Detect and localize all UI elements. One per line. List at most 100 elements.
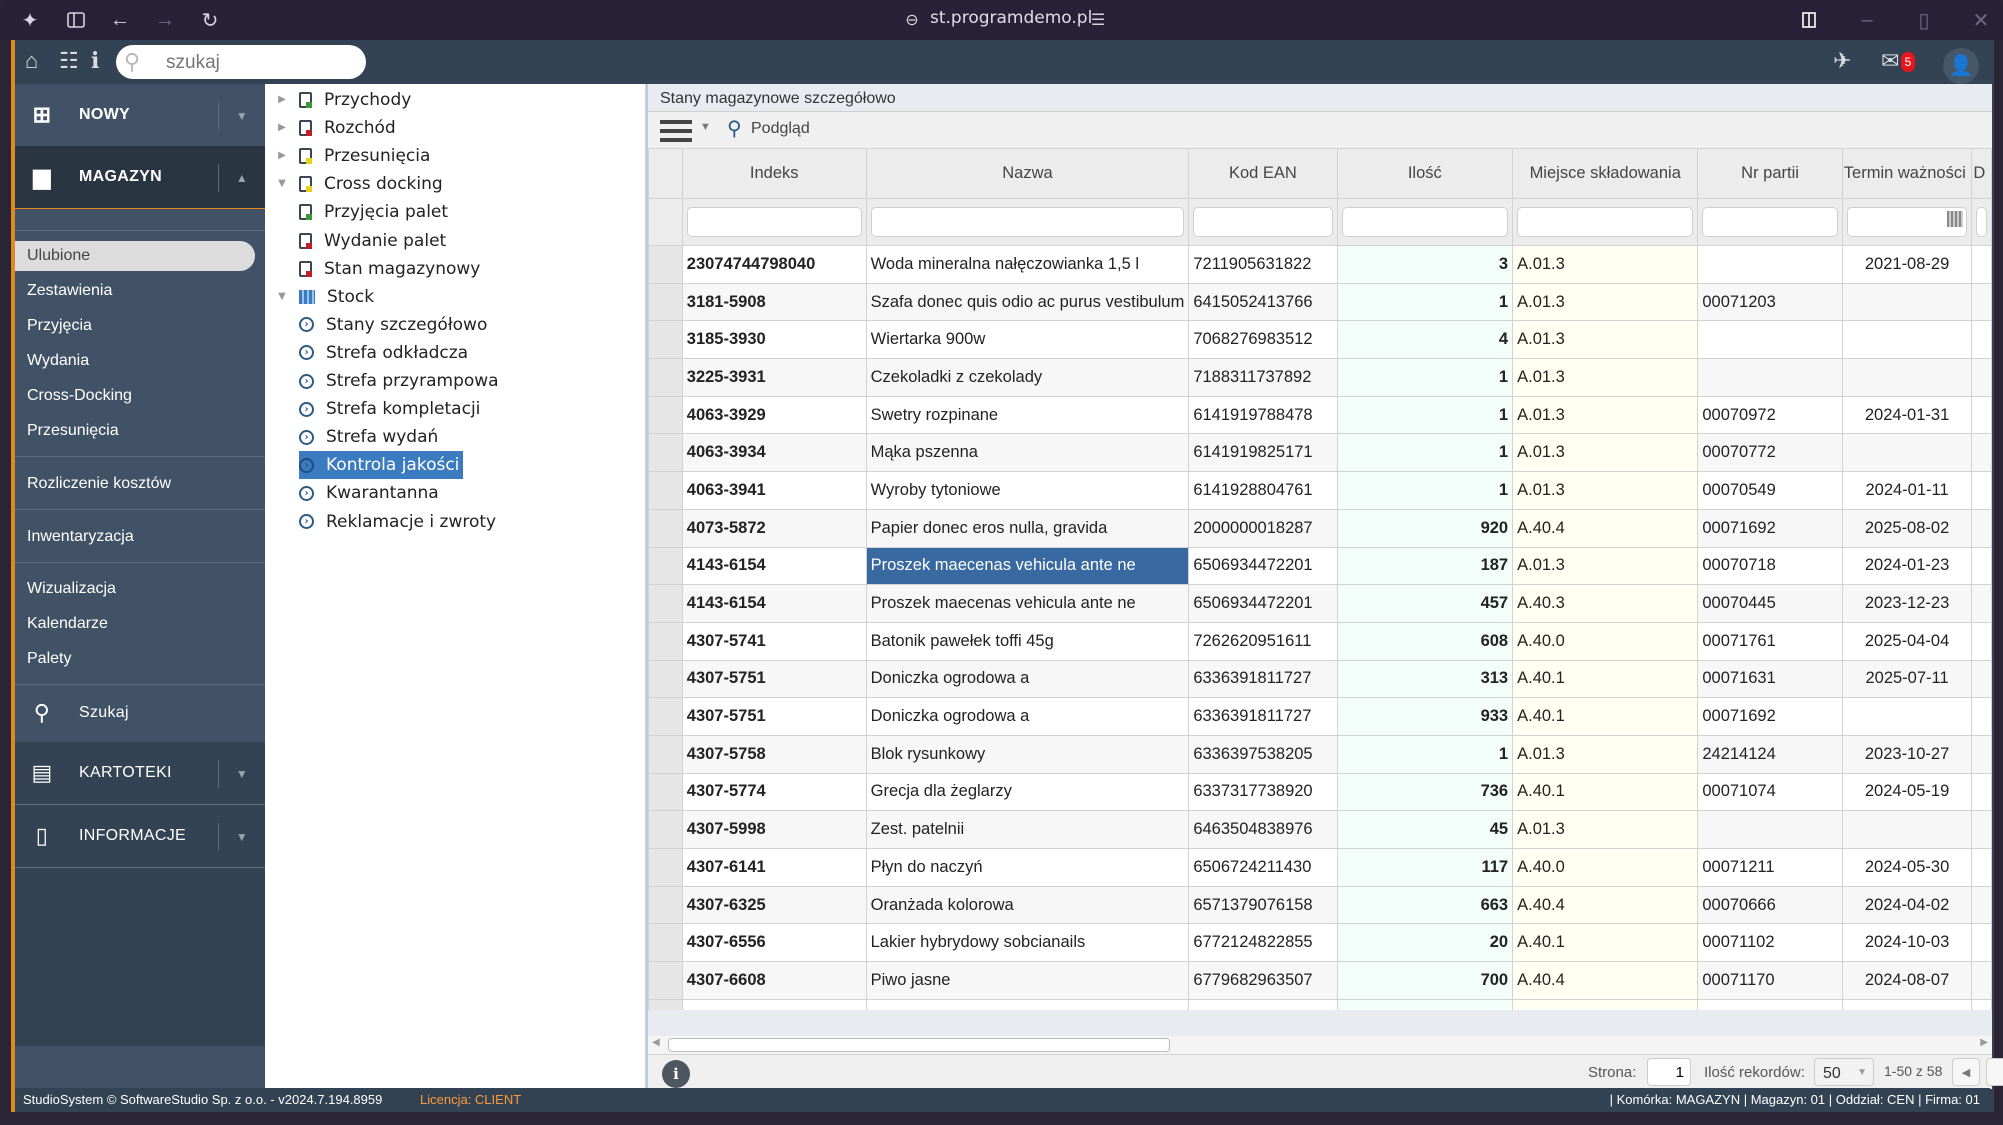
sidebar-item-cross-docking[interactable]: Cross-Docking	[15, 381, 255, 411]
cell-ean[interactable]: 6834190522126	[1188, 998, 1338, 1010]
table-row[interactable]: 4307-6325 Oranżada kolorowa 6571379076158 6…	[648, 885, 1992, 925]
tree-node[interactable]: Stan magazynowy	[299, 255, 480, 283]
filter-indeks-input[interactable]	[686, 207, 862, 237]
cell-idx[interactable]: 4307-5741	[681, 621, 867, 661]
row-header[interactable]	[648, 848, 683, 887]
cell-date[interactable]	[1841, 433, 1973, 473]
cell-qty[interactable]: 343	[1336, 998, 1514, 1010]
cell-ean[interactable]: 6141928804761	[1188, 471, 1338, 510]
filter-miejsce-input[interactable]	[1517, 207, 1694, 237]
cell-name[interactable]: Czekoladki z czekolady	[865, 358, 1190, 397]
row-header[interactable]	[648, 734, 683, 774]
row-header[interactable]	[648, 659, 683, 699]
sidebar-item-palety[interactable]: Palety	[15, 644, 255, 674]
expand-down-icon[interactable]: ▼	[275, 170, 289, 198]
cell-idx[interactable]: 3225-3931	[681, 358, 867, 397]
table-row[interactable]: 4063-3934 Mąka pszenna 6141919825171 1 A.01.…	[648, 433, 1992, 473]
back-icon[interactable]: ←	[108, 8, 132, 32]
column-header-nr-partii[interactable]: Nr partii	[1697, 148, 1843, 199]
cell-lot[interactable]	[1697, 320, 1843, 360]
tree-node[interactable]: › Kontrola jakości	[299, 451, 464, 480]
mail-icon[interactable]: ✉	[1881, 48, 1899, 74]
cell-qty[interactable]: 1	[1336, 734, 1514, 774]
cell-ean[interactable]: 6337317738920	[1188, 772, 1338, 812]
filter-partia-input[interactable]	[1702, 207, 1838, 237]
cell-d[interactable]	[1971, 358, 1992, 397]
cell-lot[interactable]	[1697, 358, 1843, 397]
table-row[interactable]: 4307-5998 Zest. patelnii 6463504838976 45 A.…	[648, 810, 1992, 849]
row-header[interactable]	[648, 923, 683, 963]
cell-name[interactable]: Doniczka ogrodowa a	[865, 659, 1190, 699]
row-header[interactable]	[648, 621, 683, 661]
cell-d[interactable]	[1971, 885, 1992, 925]
cell-qty[interactable]: 1	[1336, 395, 1514, 435]
column-header-kod-ean[interactable]: Kod EAN	[1188, 148, 1338, 199]
cell-loc[interactable]: A.40.0	[1512, 848, 1699, 887]
cell-date[interactable]: 2025-04-04	[1841, 621, 1973, 661]
cell-ean[interactable]: 7262620951611	[1188, 621, 1338, 661]
cell-d[interactable]	[1971, 245, 1992, 284]
cell-ean[interactable]: 6415052413766	[1188, 282, 1338, 322]
expand-right-icon[interactable]: ▶	[275, 86, 289, 114]
cell-idx[interactable]: 4307-6845	[681, 998, 867, 1010]
cell-d[interactable]	[1971, 433, 1992, 473]
cell-lot[interactable]: 00070666	[1697, 885, 1843, 925]
cell-idx[interactable]: 4073-5872	[681, 508, 867, 548]
calendar-icon[interactable]	[1947, 211, 1964, 227]
sidebar-section-informacje[interactable]: ▯ INFORMACJE ▼	[15, 805, 265, 868]
cell-date[interactable]: 2023-10-27	[1841, 734, 1973, 774]
cell-loc[interactable]: A.01.3	[1512, 245, 1699, 284]
row-header[interactable]	[648, 395, 683, 435]
tree-node[interactable]: › Kwarantanna	[299, 479, 439, 507]
cell-qty[interactable]: 920	[1336, 508, 1514, 548]
cell-d[interactable]	[1971, 772, 1992, 812]
cell-name[interactable]: Papier donec eros nulla, gravida	[865, 508, 1190, 548]
sidebar-section-nowy[interactable]: ⊞ NOWY ▼	[15, 84, 265, 147]
cell-loc[interactable]: A.40.0	[1512, 621, 1699, 661]
site-settings-icon[interactable]: ☰	[1086, 8, 1110, 32]
cell-idx[interactable]: 4063-3934	[681, 433, 867, 473]
tree-node[interactable]: ▶ Rozchód	[275, 114, 396, 142]
cell-idx[interactable]: 4307-5758	[681, 734, 867, 774]
column-header-indeks[interactable]: Indeks	[681, 148, 867, 199]
cell-lot[interactable]: 00071203	[1697, 282, 1843, 322]
cell-loc[interactable]: A.40.4	[1512, 508, 1699, 548]
global-search[interactable]: ⚲	[116, 45, 366, 79]
tree-node[interactable]: ▶ Przychody	[275, 86, 411, 114]
cell-lot[interactable]	[1697, 245, 1843, 284]
cell-date[interactable]: 2024-08-07	[1841, 961, 1973, 1000]
next-page-button[interactable]	[1986, 1058, 2003, 1086]
sidebar-search[interactable]: ⚲ Szukaj	[15, 685, 265, 741]
table-row[interactable]: 4143-6154 Proszek maecenas vehicula ante …	[648, 584, 1992, 623]
tree-node[interactable]: › Strefa wydań	[299, 423, 438, 451]
cell-qty[interactable]: 4	[1336, 320, 1514, 360]
sidebar-item-zestawienia[interactable]: Zestawienia	[15, 276, 255, 306]
cell-loc[interactable]: A.40.1	[1512, 697, 1699, 736]
cell-d[interactable]	[1971, 508, 1992, 548]
table-row[interactable]: 4307-6141 Płyn do naczyń 6506724211430 117 A…	[648, 848, 1992, 887]
cell-date[interactable]: 2024-01-11	[1841, 471, 1973, 510]
table-row[interactable]: 4307-5758 Blok rysunkowy 6336397538205 1 A.0…	[648, 734, 1992, 774]
cell-ean[interactable]: 7068276983512	[1188, 320, 1338, 360]
cell-name[interactable]: Mąka pszenna	[865, 433, 1190, 473]
cell-lot[interactable]: 00071074	[1697, 772, 1843, 812]
cell-ean[interactable]: 6506934472201	[1188, 546, 1338, 586]
cell-name[interactable]: Wiertarka 900w	[865, 320, 1190, 360]
row-header[interactable]	[648, 885, 683, 925]
cell-idx[interactable]: 4307-5751	[681, 697, 867, 736]
row-header[interactable]	[648, 320, 683, 360]
cell-qty[interactable]: 700	[1336, 961, 1514, 1000]
cell-date[interactable]: 2025-08-02	[1841, 508, 1973, 548]
cell-date[interactable]: 2024-05-30	[1841, 848, 1973, 887]
table-row[interactable]: 23074744798040 Woda mineralna nałęczowian…	[648, 245, 1992, 284]
row-header[interactable]	[648, 358, 683, 397]
cell-idx[interactable]: 4307-5774	[681, 772, 867, 812]
cell-qty[interactable]: 736	[1336, 772, 1514, 812]
cell-idx[interactable]: 4063-3929	[681, 395, 867, 435]
cell-qty[interactable]: 1	[1336, 358, 1514, 397]
cell-loc[interactable]: A.01.3	[1512, 810, 1699, 849]
scroll-right-icon[interactable]: ▶	[1980, 1037, 1988, 1048]
cell-name[interactable]: Płyn do naczyń	[865, 848, 1190, 887]
cell-ean[interactable]: 6779682963507	[1188, 961, 1338, 1000]
table-row[interactable]: 4307-6845Czerwśnie duis efficitur pretiu…	[648, 998, 1992, 1010]
